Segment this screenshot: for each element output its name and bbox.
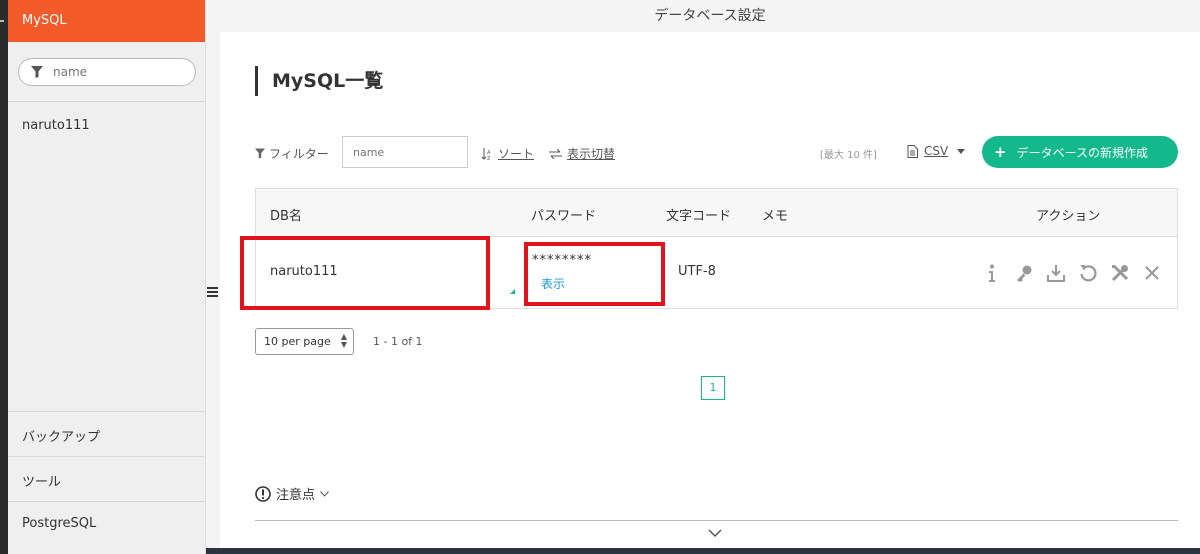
max-info: [最大 10 件] (820, 150, 877, 161)
swap-icon (549, 148, 562, 159)
divider (255, 520, 1178, 521)
highlight-box-db-name (240, 236, 490, 310)
filter-input[interactable] (342, 136, 468, 168)
download-icon[interactable] (1045, 262, 1067, 284)
new-database-label: データベースの新規作成 (1016, 145, 1148, 160)
sort-icon: AZ (481, 147, 491, 160)
notes-label: 注意点 (276, 488, 316, 503)
header-charset: 文字コード (666, 209, 732, 224)
plus-icon: + (994, 143, 1007, 161)
toolbar: フィルター AZ ソート 表示切替 [最大 10 件] CSV + データベース… (255, 136, 1178, 168)
csv-label: CSV (924, 144, 949, 158)
page-title: MySQL一覧 (255, 66, 383, 96)
main-content: MySQL一覧 フィルター AZ ソート 表示切替 [最大 10 件] CSV … (220, 32, 1200, 554)
new-database-button[interactable]: + データベースの新規作成 (982, 136, 1178, 168)
sidebar-search-input[interactable] (53, 65, 173, 79)
highlight-box-password (524, 242, 665, 306)
restore-icon[interactable] (1077, 262, 1099, 284)
sidebar-divider (8, 101, 206, 102)
filter-label: フィルター (255, 145, 329, 162)
sort-link[interactable]: AZ ソート (481, 145, 534, 162)
pagination-range: 1 - 1 of 1 (373, 335, 423, 348)
window-left-edge (0, 0, 8, 554)
sidebar-item-backup[interactable]: バックアップ (8, 411, 206, 456)
document-icon (907, 144, 918, 158)
header-actions: アクション (1036, 209, 1101, 224)
chevron-down-icon (320, 490, 329, 497)
edge-mark (0, 20, 4, 22)
os-taskbar (206, 548, 1200, 554)
filter-label-text: フィルター (269, 147, 329, 161)
sidebar-item-db[interactable]: naruto111 (22, 118, 90, 133)
sidebar-gutter (206, 0, 220, 554)
sidebar-item-mysql[interactable]: MySQL (8, 0, 205, 42)
sort-label: ソート (498, 147, 535, 161)
filter-icon (255, 148, 265, 159)
sidebar-search[interactable] (18, 58, 196, 86)
csv-dropdown[interactable]: CSV (907, 144, 966, 158)
key-icon[interactable] (1013, 262, 1035, 284)
sidebar: MySQL naruto111 バックアップ ツール PostgreSQL (8, 0, 206, 554)
info-icon[interactable] (981, 262, 1003, 284)
caret-down-icon (957, 148, 966, 154)
resize-corner-icon (510, 289, 515, 294)
sidebar-item-tools[interactable]: ツール (8, 456, 206, 501)
per-page-select[interactable]: 10 per page ▲ ▼ (255, 328, 354, 355)
toggle-view-link[interactable]: 表示切替 (549, 145, 615, 162)
header-password: パスワード (531, 209, 597, 224)
expand-chevron-icon[interactable] (708, 529, 722, 538)
page-button[interactable]: 1 (701, 376, 725, 400)
header-memo: メモ (762, 209, 789, 224)
sidebar-item-postgresql[interactable]: PostgreSQL (8, 501, 206, 546)
per-page-label: 10 per page (264, 335, 331, 348)
hamburger-icon[interactable] (207, 287, 218, 297)
close-icon[interactable] (1141, 262, 1163, 284)
page-header: データベース設定 (220, 0, 1200, 32)
spinner-icon: ▲ ▼ (340, 332, 347, 349)
cell-charset: UTF-8 (678, 264, 716, 279)
toggle-view-label: 表示切替 (567, 147, 616, 161)
row-actions (981, 262, 1163, 284)
svg-text:Z: Z (487, 156, 491, 160)
alert-icon (255, 485, 271, 502)
table-header: DB名 パスワード 文字コード メモ アクション (256, 189, 1177, 237)
tools-icon[interactable] (1109, 262, 1131, 284)
notes-toggle[interactable]: 注意点 (255, 484, 329, 503)
header-db-name: DB名 (270, 209, 302, 224)
filter-icon (31, 66, 43, 78)
